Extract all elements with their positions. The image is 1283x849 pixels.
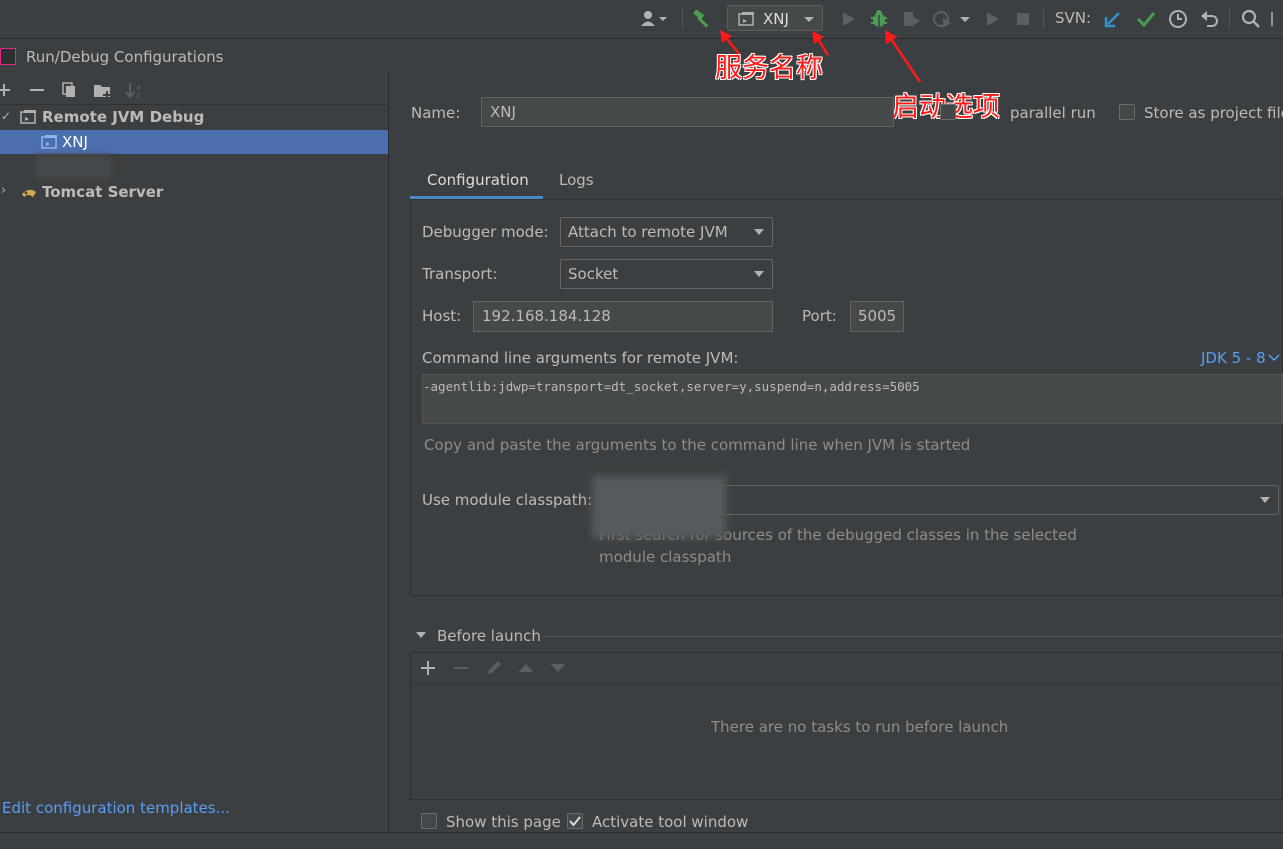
debugger-mode-value: Attach to remote JVM [568,223,728,241]
remote-debug-icon [20,110,36,124]
debugger-mode-select[interactable]: Attach to remote JVM [560,217,773,247]
jdk-version-selector[interactable]: JDK 5 - 8 [1201,349,1266,367]
copy-icon[interactable] [60,80,80,100]
dialog-title: Run/Debug Configurations [26,48,224,66]
cmd-args-hint: Copy and paste the arguments to the comm… [424,436,971,454]
transport-label: Transport: [422,265,498,283]
dialog-button-bar [0,832,1283,849]
chevron-down-icon [1260,497,1270,503]
cmd-args-label: Command line arguments for remote JVM: [422,349,739,367]
divider [411,684,1283,685]
chevron-right-icon[interactable]: › [1,183,6,198]
add-task-icon[interactable] [419,659,437,677]
move-up-icon[interactable] [517,659,535,677]
store-as-project-file-checkbox[interactable] [1119,104,1135,120]
tree-item-label: Remote JVM Debug [42,108,205,126]
checkmark-icon [569,816,581,827]
tab-logs[interactable]: Logs [559,171,594,189]
transport-value: Socket [568,265,619,283]
store-as-project-file-label: Store as project file [1144,104,1283,122]
chevron-down-icon [754,229,764,235]
host-label: Host: [422,307,462,325]
tree-item-remote-jvm-debug[interactable]: ✓ Remote JVM Debug [0,105,388,129]
remove-task-icon[interactable] [452,659,470,677]
activate-tool-window-label: Activate tool window [592,813,749,831]
name-input[interactable]: XNJ [481,97,894,127]
allow-parallel-run-label: parallel run [1010,104,1096,122]
before-launch-empty-text: There are no tasks to run before launch [711,718,1009,736]
activate-tool-window-checkbox[interactable] [567,813,583,829]
cmd-args-value: -agentlib:jdwp=transport=dt_socket,serve… [423,379,920,394]
tree-item-label: XNJ [62,133,88,151]
name-label: Name: [411,104,461,122]
add-icon[interactable] [0,80,16,100]
tab-configuration[interactable]: Configuration [427,171,529,189]
redacted-area [36,155,112,179]
edit-configuration-templates-link[interactable]: Edit configuration templates... [2,799,230,817]
tree-item-label: Tomcat Server [42,183,164,201]
tree-toolbar: az [0,76,388,104]
show-this-page-label: Show this page [446,813,561,831]
transport-select[interactable]: Socket [560,259,773,289]
before-launch-title[interactable]: Before launch [437,627,541,645]
tree-item-xnj[interactable]: XNJ [0,130,388,154]
remote-debug-icon [41,135,57,149]
divider [542,636,1283,637]
debugger-mode-label: Debugger mode: [422,223,549,241]
move-down-icon[interactable] [549,659,567,677]
redacted-area [592,476,726,538]
intellij-app-icon [0,48,16,65]
edit-task-icon[interactable] [485,659,503,677]
chevron-down-icon[interactable]: ✓ [1,109,11,123]
svg-text:z: z [136,91,140,100]
show-this-page-checkbox[interactable] [421,813,437,829]
host-input[interactable]: 192.168.184.128 [473,301,773,332]
tree-item-tomcat-server[interactable]: › Tomcat Server [0,180,388,204]
collapse-triangle-icon[interactable] [415,631,427,640]
module-classpath-hint: module classpath [599,548,732,566]
sort-icon[interactable]: az [125,80,145,100]
new-folder-icon[interactable] [93,80,113,100]
port-label: Port: [802,307,837,325]
annotation-service-name: 服务名称 [715,53,823,84]
chevron-down-icon[interactable] [1268,353,1280,363]
chevron-down-icon [754,271,764,277]
allow-parallel-run-checkbox[interactable] [940,104,956,120]
port-input[interactable]: 5005 [850,301,904,332]
module-classpath-label: Use module classpath: [422,491,593,509]
remove-icon[interactable] [28,80,48,100]
tomcat-icon [22,189,36,197]
